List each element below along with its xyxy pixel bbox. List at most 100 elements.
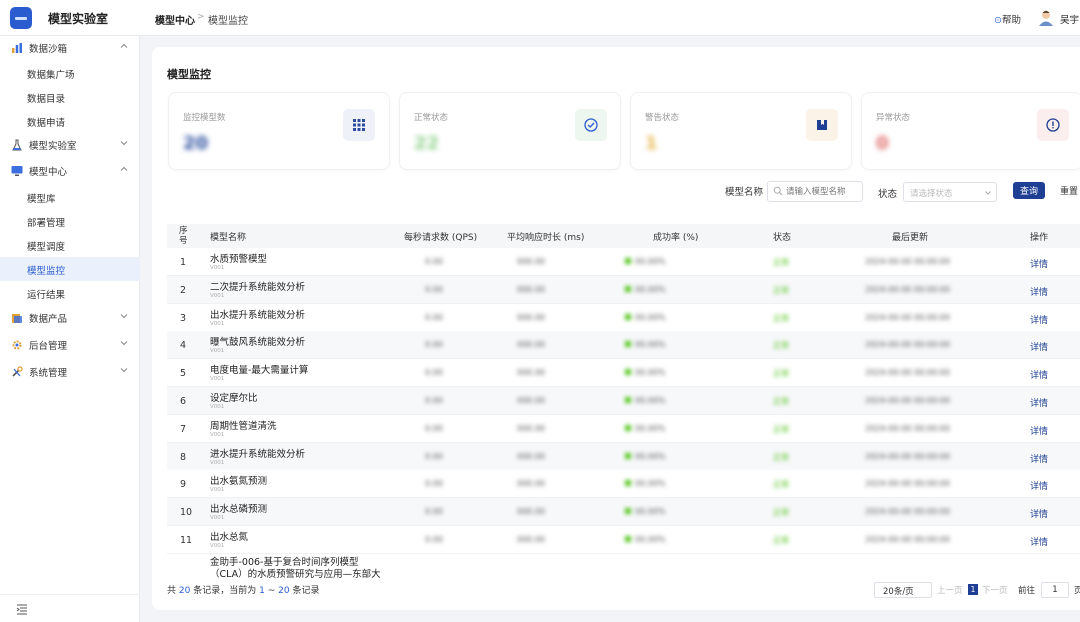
table-row: 1 水质预警模型 V001 0.00 000.00 00.00% 正常 2024-00-00 … (167, 248, 1080, 276)
model-name[interactable]: 曝气鼓风系统能效分析 (210, 334, 305, 348)
response-time-redacted: 000.00 (517, 423, 545, 433)
qps-value-redacted: 0.00 (425, 396, 443, 405)
model-name[interactable]: 二次提升系统能效分析 (210, 279, 305, 293)
detail-link[interactable]: 详情 (1030, 257, 1048, 270)
sidebar-item-model-lab[interactable]: 模型实验室 (0, 133, 140, 157)
sidebar-item-deploy-management[interactable]: 部署管理 (0, 209, 140, 233)
model-name[interactable]: 出水提升系统能效分析 (210, 307, 305, 321)
model-name[interactable]: 水质预警模型 (210, 251, 267, 265)
stat-card-warning: 警告状态 1 (630, 92, 852, 170)
app-title: 模型实验室 (48, 12, 109, 26)
page-title: 模型监控 (167, 68, 211, 81)
status-badge-redacted: 正常 (773, 397, 789, 406)
status-select[interactable]: 请选择状态 (903, 182, 997, 202)
sidebar-item-label: 数据集广场 (27, 70, 75, 81)
sidebar-item-label: 模型中心 (29, 167, 68, 178)
sidebar-item-model-center[interactable]: 模型中心 (0, 159, 140, 183)
last-update-redacted: 2024-00-00 00:00:00 (865, 257, 950, 266)
flask-icon (12, 139, 22, 151)
model-version: V001 (210, 487, 225, 494)
avatar[interactable] (1037, 9, 1055, 27)
status-badge-redacted: 正常 (773, 452, 789, 462)
sidebar-item-label: 数据目录 (27, 94, 66, 105)
breadcrumb-parent[interactable]: 模型中心 (155, 12, 195, 27)
sidebar-item-backend-management[interactable]: 后台管理 (0, 333, 140, 357)
detail-link[interactable]: 详情 (1030, 479, 1048, 492)
model-name[interactable]: 周期性管道清洗 (210, 418, 277, 432)
detail-link[interactable]: 详情 (1030, 368, 1048, 381)
sidebar-item-label: 模型调度 (27, 242, 66, 253)
help-link[interactable]: ⊙帮助 (994, 12, 1021, 26)
sidebar-item-label: 部署管理 (27, 218, 66, 229)
model-name[interactable]: 出水总磷预测 (210, 501, 267, 515)
qps-value-redacted: 0.00 (425, 340, 443, 350)
gear-icon (12, 340, 22, 350)
detail-link[interactable]: 详情 (1030, 340, 1048, 353)
goto-page-input[interactable] (1041, 582, 1069, 598)
row-index: 4 (180, 340, 187, 352)
success-rate-redacted: 00.00% (625, 479, 666, 488)
sidebar-item-data-sandbox[interactable]: 数据沙箱 (0, 36, 140, 60)
sidebar-item-model-monitoring[interactable]: 模型监控 (0, 257, 140, 281)
count-prefix: 共 (167, 586, 177, 596)
model-version: V001 (210, 431, 225, 438)
reset-button[interactable]: 重置 (1053, 182, 1080, 199)
sidebar-item-model-scheduling[interactable]: 模型调度 (0, 233, 140, 257)
sidebar-item-data-request[interactable]: 数据申请 (0, 109, 140, 133)
success-rate-redacted: 00.00% (625, 507, 666, 516)
stat-label: 警告状态 (645, 113, 680, 123)
alert-circle-icon (1037, 109, 1069, 141)
detail-link[interactable]: 详情 (1030, 424, 1048, 437)
breadcrumb-current: 模型监控 (208, 16, 248, 27)
query-button[interactable]: 查询 (1013, 182, 1045, 199)
collapse-menu-icon[interactable] (16, 603, 28, 615)
model-name[interactable]: 设定摩尔比 (210, 390, 258, 404)
chevron-down-icon (120, 141, 128, 146)
last-update-redacted: 2024-00-00 00:00:00 (865, 535, 950, 544)
sidebar-item-dataset-square[interactable]: 数据集广场 (0, 61, 140, 85)
row-index: 3 (180, 312, 187, 324)
page-size-select[interactable]: 20条/页 (874, 582, 932, 598)
detail-link[interactable]: 详情 (1030, 285, 1048, 298)
detail-link[interactable]: 详情 (1030, 507, 1048, 520)
detail-link[interactable]: 详情 (1030, 313, 1048, 326)
check-circle-icon (575, 109, 607, 141)
model-name[interactable]: 进水提升系统能效分析 (210, 446, 305, 460)
sidebar-item-system-management[interactable]: 系统管理 (0, 360, 140, 384)
search-icon (773, 186, 783, 196)
sidebar-item-label: 后台管理 (29, 341, 68, 352)
model-name[interactable]: 金助手-006-基于复合时间序列模型（CLA）的水质预警研究与应用—东部大区 (210, 557, 385, 580)
detail-link[interactable]: 详情 (1030, 396, 1048, 409)
detail-link[interactable]: 详情 (1030, 535, 1048, 548)
user-name[interactable]: 吴宇 (1060, 12, 1079, 26)
response-time-redacted: 000.00 (517, 340, 545, 350)
tools-icon (12, 366, 23, 377)
page-number-current[interactable]: 1 (968, 584, 978, 595)
last-update-redacted: 2024-00-00 00:00:00 (865, 312, 950, 322)
stat-card-monitored: 监控模型数 20 (168, 92, 390, 170)
model-name[interactable]: 出水总氮 (210, 529, 248, 543)
stat-value: 22 (414, 133, 440, 154)
chevron-down-icon (120, 368, 128, 373)
sidebar: 数据沙箱 数据集广场 数据目录 数据申请 模型实验室 模型中心 模型库 部署管理… (0, 36, 140, 622)
status-badge-redacted: 正常 (773, 369, 789, 379)
detail-link[interactable]: 详情 (1030, 452, 1048, 465)
model-name-filter-label: 模型名称 (725, 187, 764, 198)
table-row: 10 出水总磷预测 V001 0.00 000.00 00.00% 正常 2024-00-00… (167, 498, 1080, 527)
app-logo[interactable] (10, 7, 32, 29)
monitor-icon (11, 166, 23, 176)
response-time-redacted: 000.00 (517, 396, 545, 405)
col-header-status: 状态 (773, 233, 792, 243)
model-name[interactable]: 出水氨氮预测 (210, 473, 267, 487)
sidebar-item-run-results[interactable]: 运行结果 (0, 281, 140, 305)
table-header: 序号 模型名称 每秒请求数 (QPS) 平均响应时长 (ms) 成功率 (%) … (167, 224, 1080, 248)
next-page-button[interactable]: 下一页 (982, 584, 1008, 596)
status-select-placeholder: 请选择状态 (910, 189, 953, 199)
prev-page-button[interactable]: 上一页 (937, 584, 963, 596)
sidebar-item-data-catalog[interactable]: 数据目录 (0, 85, 140, 109)
model-name[interactable]: 电度电量-最大需量计算 (210, 362, 308, 376)
top-bar: 模型实验室 模型中心 > 模型监控 ⊙帮助 吴宇 (0, 0, 1080, 36)
sidebar-item-model-library[interactable]: 模型库 (0, 185, 140, 209)
sidebar-item-data-products[interactable]: 数据产品 (0, 306, 140, 330)
table-row: 2 二次提升系统能效分析 V001 0.00 000.00 00.00% 正常 2024-00… (167, 275, 1080, 304)
